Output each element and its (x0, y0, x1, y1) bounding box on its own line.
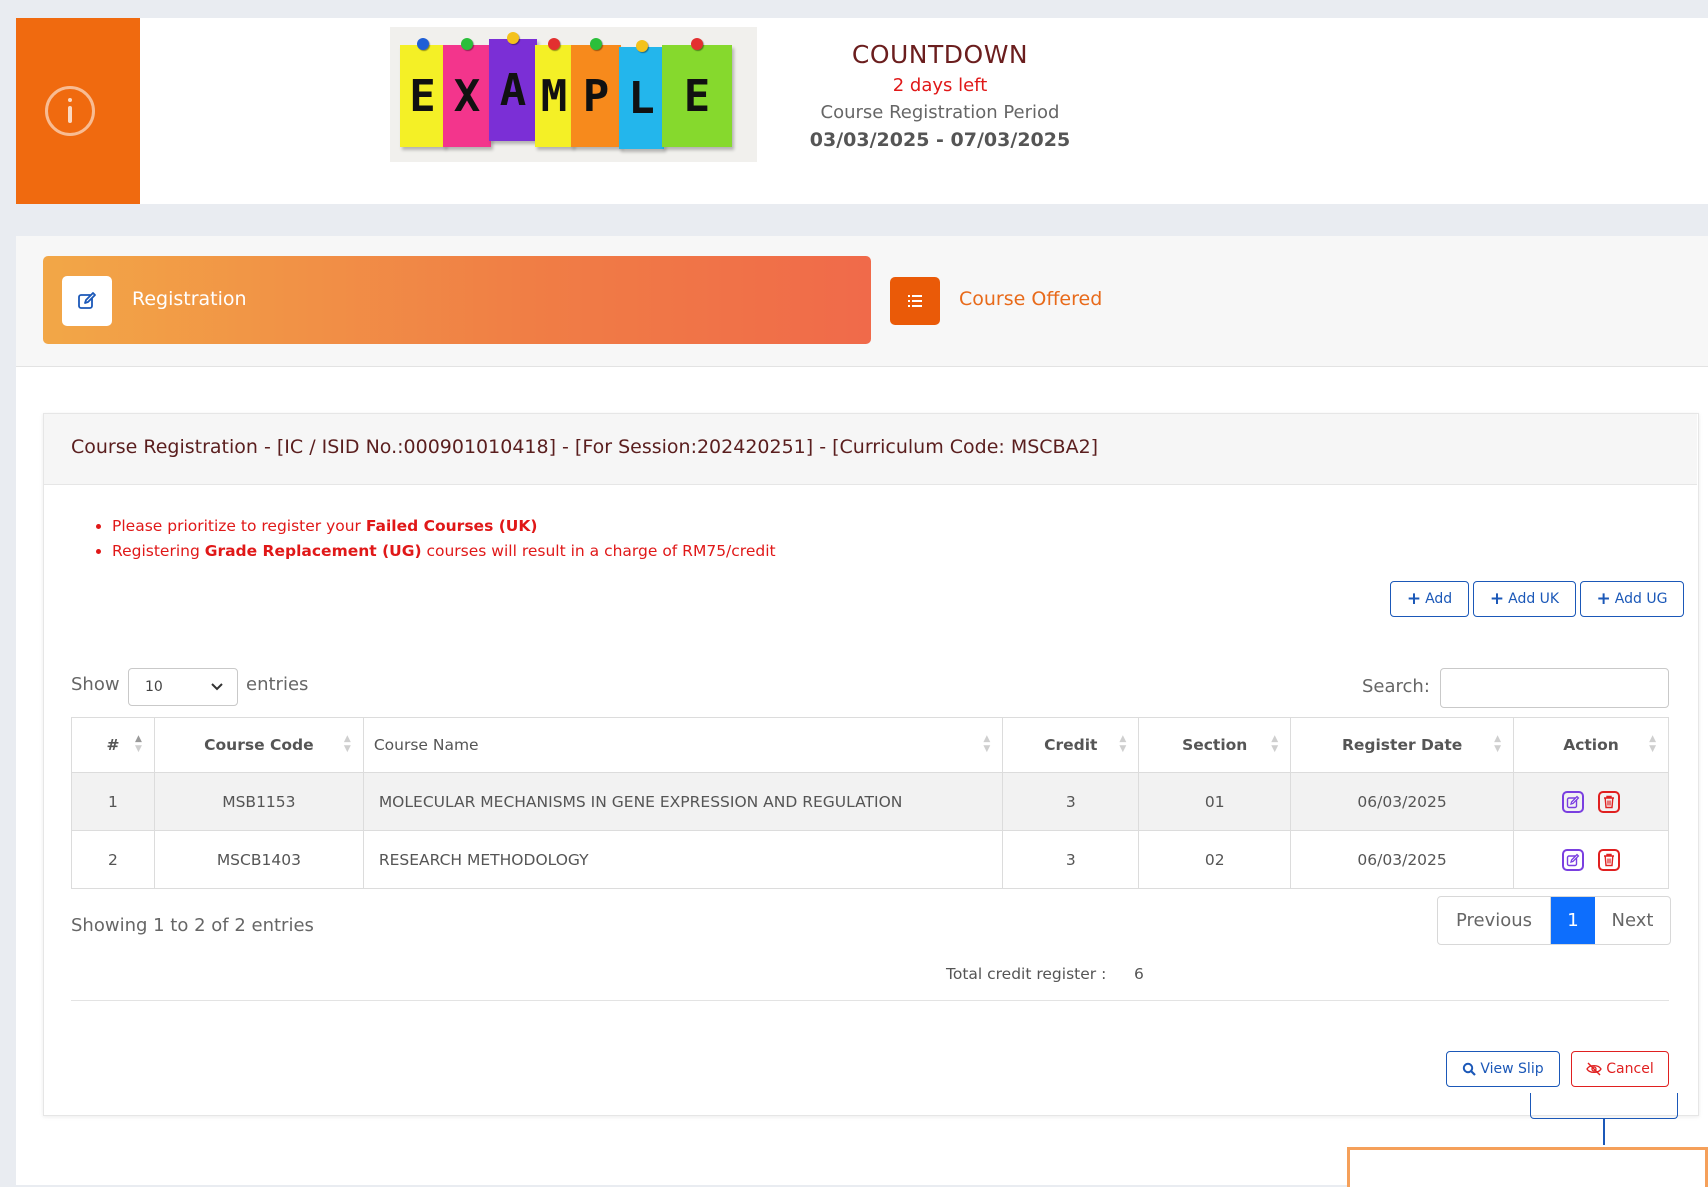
registration-period-label: Course Registration Period (820, 102, 1060, 123)
search-input[interactable] (1440, 668, 1669, 708)
trash-icon[interactable] (1598, 848, 1621, 871)
course-name: RESEARCH METHODOLOGY (362, 830, 1004, 889)
registered-courses-table: # ▲ ▼ Course Code ▲ ▼ Course Name ▲ ▼ Credit ▲ ▼… (71, 717, 1669, 889)
column-header-no[interactable]: # ▲ ▼ (71, 717, 155, 773)
pushpin-icon (548, 38, 560, 50)
row-number: 2 (71, 830, 155, 889)
column-header-section[interactable]: Section ▲ ▼ (1138, 717, 1292, 773)
edit-icon[interactable] (1562, 848, 1585, 871)
column-header-course-code[interactable]: Course Code ▲ ▼ (153, 717, 364, 773)
column-header-register-date[interactable]: Register Date ▲ ▼ (1290, 717, 1515, 773)
plus-icon: + (1596, 588, 1611, 609)
registration-notes: Please prioritize to register your Faile… (94, 514, 776, 564)
logo-letter-note: E (400, 38, 445, 147)
pagination-page-1[interactable]: 1 (1551, 897, 1595, 944)
add-ug-button[interactable]: + Add UG (1580, 581, 1684, 617)
trash-icon-svg (1604, 853, 1615, 866)
pushpin-icon (691, 38, 703, 50)
view-slip-button[interactable]: View Slip (1446, 1051, 1560, 1087)
edit-icon (62, 276, 112, 326)
pushpin-icon (416, 38, 429, 50)
entries-label: entries (246, 674, 309, 695)
sort-icon: ▲ ▼ (343, 734, 351, 754)
row-actions (1513, 830, 1669, 889)
trash-icon[interactable] (1598, 790, 1621, 813)
total-credit-label: Total credit register : (946, 965, 1107, 983)
info-icon-dot (68, 98, 72, 102)
countdown-days-left: 2 days left (892, 75, 988, 96)
row-actions (1513, 772, 1669, 831)
edit-icon[interactable] (1562, 790, 1585, 813)
pushpin-icon (507, 32, 519, 44)
pushpin-icon (635, 40, 648, 52)
pushpin-icon (461, 38, 473, 50)
logo-letter-note: E (662, 38, 732, 147)
add-button[interactable]: + Add (1390, 581, 1469, 617)
logo-letter-note: L (619, 40, 664, 149)
add-uk-button[interactable]: + Add UK (1473, 581, 1576, 617)
pagination-next[interactable]: Next (1595, 897, 1670, 944)
table-info: Showing 1 to 2 of 2 entries (71, 915, 314, 936)
edit-icon-svg (1566, 853, 1580, 866)
course-code: MSCB1403 (153, 830, 364, 889)
divider (71, 1000, 1669, 1001)
column-header-credit[interactable]: Credit ▲ ▼ (1002, 717, 1140, 773)
logo-letter-note: P (571, 38, 621, 147)
table-row: 1 MSB1153 MOLECULAR MECHANISMS IN GENE E… (71, 772, 1669, 831)
logo-letter-note: M (535, 38, 573, 147)
register-date: 06/03/2025 (1290, 772, 1515, 831)
countdown-title: COUNTDOWN (851, 40, 1029, 69)
total-credit-value: 6 (1134, 965, 1144, 983)
pushpin-icon (590, 38, 602, 50)
info-icon-bar (68, 106, 72, 123)
sort-icon: ▲ ▼ (135, 734, 142, 754)
row-number: 1 (71, 772, 155, 831)
sort-icon: ▲ ▼ (983, 734, 991, 754)
search-label: Search: (1362, 676, 1430, 697)
credit: 3 (1002, 830, 1140, 889)
entries-select[interactable]: 10 (128, 668, 238, 706)
column-header-action[interactable]: Action ▲ ▼ (1513, 717, 1669, 773)
countdown-block: COUNTDOWN 2 days left Course Registratio… (790, 40, 1090, 151)
plus-icon: + (1489, 588, 1505, 609)
list-icon[interactable] (890, 277, 940, 325)
section: 02 (1138, 830, 1292, 889)
logo-letter-note: A (489, 32, 537, 141)
sort-icon: ▲ ▼ (1494, 734, 1502, 754)
table-row: 2 MSCB1403 RESEARCH METHODOLOGY 3 02 06/… (71, 830, 1669, 889)
table-header-row: # ▲ ▼ Course Code ▲ ▼ Course Name ▲ ▼ Credit ▲ ▼… (71, 717, 1669, 773)
edit-icon-svg (78, 292, 96, 309)
registration-date-range: 03/03/2025 - 07/03/2025 (809, 129, 1071, 151)
pagination-previous[interactable]: Previous (1438, 897, 1551, 944)
example-logo: EXAMPLE (390, 27, 757, 162)
tab-course-offered[interactable]: Course Offered (959, 288, 1102, 310)
note-failed-courses: Please prioritize to register your Faile… (112, 514, 776, 539)
sort-icon: ▲ ▼ (1649, 734, 1656, 754)
annotation-pointer (1603, 1118, 1605, 1145)
trash-icon-svg (1604, 795, 1615, 808)
pagination: Previous 1 Next (1437, 896, 1671, 945)
show-label: Show (71, 674, 120, 695)
chevron-down-icon (211, 683, 223, 691)
card-title: Course Registration - [IC / ISID No.:000… (71, 436, 1099, 458)
note-grade-replacement: Registering Grade Replacement (UG) cours… (112, 539, 776, 564)
column-header-course-name[interactable]: Course Name ▲ ▼ (362, 717, 1004, 773)
edit-icon-svg (1566, 795, 1580, 808)
annotation-bracket (1530, 1093, 1678, 1119)
cancel-button[interactable]: Cancel (1571, 1051, 1669, 1087)
sort-icon: ▲ ▼ (1119, 734, 1127, 754)
plus-icon: + (1406, 588, 1422, 609)
list-icon-svg (908, 295, 922, 307)
course-name: MOLECULAR MECHANISMS IN GENE EXPRESSION … (362, 772, 1004, 831)
course-code: MSB1153 (153, 772, 364, 831)
search-icon (1463, 1062, 1477, 1076)
section: 01 (1138, 772, 1292, 831)
register-date: 06/03/2025 (1290, 830, 1515, 889)
tab-registration-label: Registration (132, 288, 247, 310)
sort-icon: ▲ ▼ (1271, 734, 1279, 754)
credit: 3 (1002, 772, 1140, 831)
eye-slash-icon (1586, 1062, 1603, 1076)
annotation-callout-box (1347, 1147, 1708, 1187)
logo-letter-note: X (443, 38, 491, 147)
